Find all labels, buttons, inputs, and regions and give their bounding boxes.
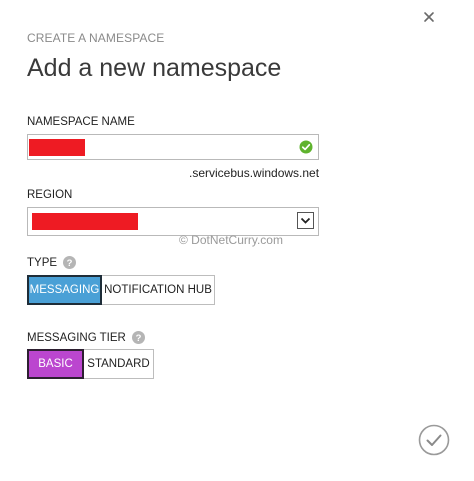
page-title: Add a new namespace bbox=[27, 54, 282, 82]
type-option-notification-hub[interactable]: NOTIFICATION HUB bbox=[102, 275, 215, 305]
messaging-tier-label-text: MESSAGING TIER bbox=[27, 331, 126, 344]
close-icon bbox=[424, 12, 434, 22]
region-label: REGION bbox=[27, 189, 72, 201]
question-icon[interactable]: ? bbox=[131, 331, 145, 344]
type-segmented-control: MESSAGING NOTIFICATION HUB bbox=[27, 275, 215, 305]
type-label-text: TYPE bbox=[27, 256, 58, 269]
svg-text:?: ? bbox=[135, 333, 141, 344]
tier-option-basic[interactable]: BASIC bbox=[27, 349, 84, 379]
namespace-name-label-text: NAMESPACE NAME bbox=[27, 116, 135, 128]
dialog-eyebrow: CREATE A NAMESPACE bbox=[27, 31, 165, 45]
redacted-region-value bbox=[32, 213, 138, 230]
namespace-name-input[interactable] bbox=[27, 134, 319, 160]
messaging-tier-label: MESSAGING TIER ? bbox=[27, 331, 145, 344]
chevron-down-icon bbox=[300, 217, 311, 224]
type-label: TYPE ? bbox=[27, 256, 77, 269]
namespace-suffix: .servicebus.windows.net bbox=[189, 166, 320, 180]
region-dropdown-button[interactable] bbox=[297, 212, 314, 229]
watermark: © DotNetCurry.com bbox=[179, 233, 283, 247]
tier-option-standard[interactable]: STANDARD bbox=[84, 349, 154, 379]
check-circle-icon bbox=[299, 140, 313, 154]
region-select[interactable] bbox=[27, 207, 319, 236]
region-label-text: REGION bbox=[27, 189, 73, 201]
close-button[interactable] bbox=[422, 10, 436, 24]
checkmark-icon bbox=[418, 424, 450, 456]
namespace-name-label: NAMESPACE NAME bbox=[27, 116, 135, 128]
confirm-button[interactable] bbox=[418, 424, 450, 456]
question-icon[interactable]: ? bbox=[63, 256, 77, 269]
messaging-tier-segmented-control: BASIC STANDARD bbox=[27, 349, 154, 379]
svg-text:?: ? bbox=[67, 258, 73, 269]
redacted-namespace-value bbox=[29, 139, 85, 156]
type-option-messaging[interactable]: MESSAGING bbox=[27, 275, 102, 305]
